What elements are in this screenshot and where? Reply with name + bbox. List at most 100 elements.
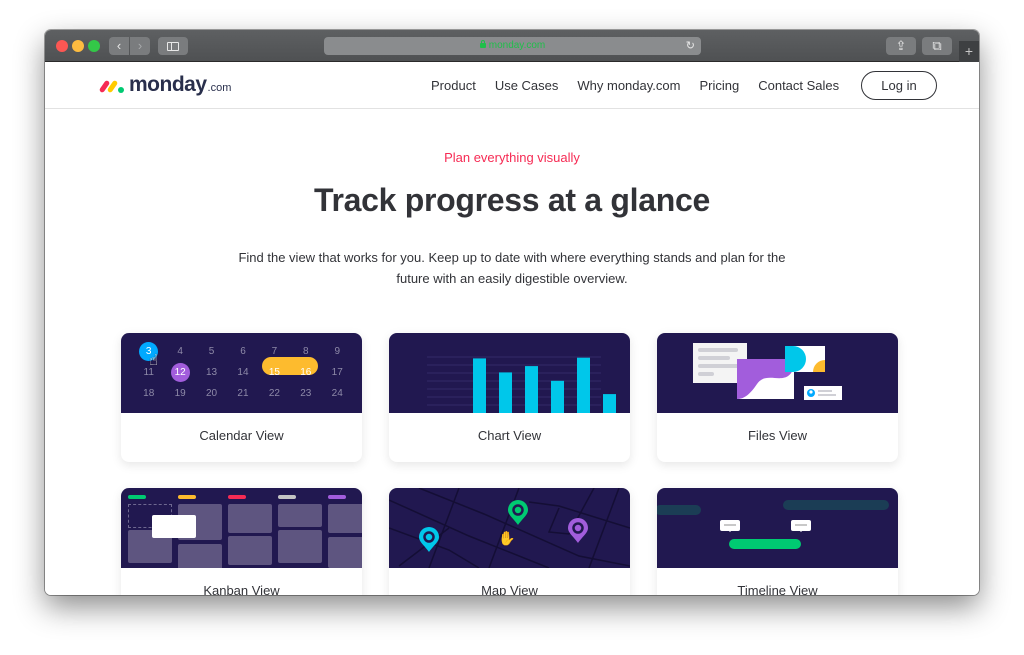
card-label: Chart View xyxy=(477,428,542,443)
reload-icon[interactable]: ↻ xyxy=(686,37,695,55)
calendar-day: 6 xyxy=(240,346,246,357)
chevron-right-icon: › xyxy=(137,38,143,53)
back-button[interactable]: ‹ xyxy=(109,37,129,55)
forward-button[interactable]: › xyxy=(130,37,150,55)
timeline-bar xyxy=(657,505,701,515)
map-pin-icon xyxy=(508,500,528,525)
calendar-day: 18 xyxy=(143,388,155,399)
kanban-column-tag xyxy=(278,495,296,499)
chevron-left-icon: ‹ xyxy=(116,38,122,53)
calendar-day: 20 xyxy=(205,388,218,399)
timeline-bar-active xyxy=(729,539,801,549)
address-bar[interactable]: monday.com ↻ xyxy=(324,37,701,55)
chart-view-card[interactable]: Chart View xyxy=(389,333,630,462)
plus-icon: + xyxy=(964,43,974,59)
browser-window: ‹ › monday.com ↻ ⇪ ⧉ + monday .com Produ… xyxy=(45,30,979,595)
calendar-illustration: 3 4 5 6 7 8 9 11 12 13 14 15 16 17 18 19 20 21 22 23 24 ☝ xyxy=(121,333,362,413)
calendar-day: 4 xyxy=(177,346,183,357)
logo-suffix: .com xyxy=(207,82,232,94)
monday-logo[interactable]: monday .com xyxy=(98,72,232,98)
calendar-day: 14 xyxy=(237,367,249,378)
kanban-view-card[interactable]: Kanban View xyxy=(121,488,362,595)
kanban-card xyxy=(278,504,322,527)
calendar-day: 23 xyxy=(300,388,312,399)
calendar-day: 7 xyxy=(271,346,278,357)
calendar-view-card[interactable]: 3 4 5 6 7 8 9 11 12 13 14 15 16 17 18 19 20 21 22 23 24 ☝ Ca… xyxy=(121,333,362,462)
bar-chart-graphic xyxy=(427,356,616,413)
calendar-day: 21 xyxy=(237,388,249,399)
browser-toolbar: ‹ › monday.com ↻ ⇪ ⧉ + xyxy=(45,30,979,62)
calendar-week-row: 11 12 13 14 15 16 17 xyxy=(133,362,353,383)
map-graphic xyxy=(389,488,630,568)
map-illustration: ✋ xyxy=(389,488,630,568)
timeline-bar xyxy=(783,500,889,510)
nav-why-monday[interactable]: Why monday.com xyxy=(577,78,680,93)
minimize-window-button[interactable] xyxy=(72,40,84,52)
timeline-comment-icon xyxy=(720,520,740,532)
calendar-day: 19 xyxy=(174,388,186,399)
nav-product[interactable]: Product xyxy=(431,78,476,93)
kanban-column-tag xyxy=(328,495,346,499)
kanban-card xyxy=(278,530,322,563)
chart-bar xyxy=(577,357,590,413)
section-description: Find the view that works for you. Keep u… xyxy=(238,250,786,286)
map-view-card[interactable]: ✋ Map View xyxy=(389,488,630,595)
share-button[interactable]: ⇪ xyxy=(886,37,916,55)
chart-bar xyxy=(473,358,486,413)
main-nav: Product Use Cases Why monday.com Pricing… xyxy=(431,62,858,109)
calendar-day: 5 xyxy=(208,346,215,357)
calendar-day: 12 xyxy=(164,363,195,382)
kanban-column-tag xyxy=(228,495,246,499)
show-tabs-button[interactable]: ⧉ xyxy=(922,37,952,55)
monday-logo-mark-icon xyxy=(98,79,125,94)
chart-illustration xyxy=(389,333,630,413)
card-label: Timeline View xyxy=(737,583,818,595)
kanban-dragged-card xyxy=(152,515,196,538)
calendar-grid: 3 4 5 6 7 8 9 11 12 13 14 15 16 17 18 19 20 21 22 23 24 xyxy=(133,341,353,404)
nav-use-cases[interactable]: Use Cases xyxy=(495,78,559,93)
logo-wordmark: monday xyxy=(129,73,207,96)
card-label: Calendar View xyxy=(199,428,284,443)
login-button[interactable]: Log in xyxy=(861,71,937,100)
lock-icon xyxy=(479,40,486,48)
calendar-day: 9 xyxy=(334,346,341,357)
calendar-day: 15 xyxy=(268,367,280,378)
map-pin-icon xyxy=(568,518,588,543)
nav-contact-sales[interactable]: Contact Sales xyxy=(758,78,839,93)
timeline-comment-icon xyxy=(791,520,811,532)
graphic-file-icon xyxy=(785,346,825,372)
chart-bar xyxy=(499,372,512,413)
tabs-icon: ⧉ xyxy=(932,38,942,53)
close-window-button[interactable] xyxy=(56,40,68,52)
new-tab-button[interactable]: + xyxy=(959,41,979,62)
kanban-column-tag xyxy=(178,495,196,499)
nav-pricing[interactable]: Pricing xyxy=(699,78,739,93)
card-label: Files View xyxy=(747,428,807,443)
pointer-hand-icon: ☝ xyxy=(149,352,159,369)
web-page: monday .com Product Use Cases Why monday… xyxy=(45,62,979,595)
timeline-illustration xyxy=(657,488,898,568)
files-illustration xyxy=(657,333,898,413)
chart-bar xyxy=(603,394,616,413)
kanban-card xyxy=(328,537,362,568)
timeline-view-card[interactable]: Timeline View xyxy=(657,488,898,595)
calendar-week-row: 3456789 xyxy=(133,341,353,362)
files-view-card[interactable]: Files View xyxy=(657,333,898,462)
kanban-card xyxy=(178,544,222,568)
kanban-illustration xyxy=(121,488,362,568)
sidebar-icon xyxy=(167,42,179,51)
kanban-card xyxy=(328,504,362,533)
kanban-card xyxy=(228,536,272,565)
share-icon: ⇪ xyxy=(895,38,907,53)
calendar-day: 17 xyxy=(331,367,343,378)
calendar-day: 8 xyxy=(303,346,309,357)
chart-bar xyxy=(551,380,564,413)
calendar-week-row: 18 19 20 21 22 23 24 xyxy=(133,383,353,404)
maximize-window-button[interactable] xyxy=(88,40,100,52)
url-text: monday.com xyxy=(488,40,546,51)
calendar-day: 13 xyxy=(205,367,218,378)
chart-bar xyxy=(525,366,538,413)
user-file-icon xyxy=(804,386,842,400)
sidebar-toggle-button[interactable] xyxy=(158,37,188,55)
card-label: Kanban View xyxy=(203,583,280,595)
